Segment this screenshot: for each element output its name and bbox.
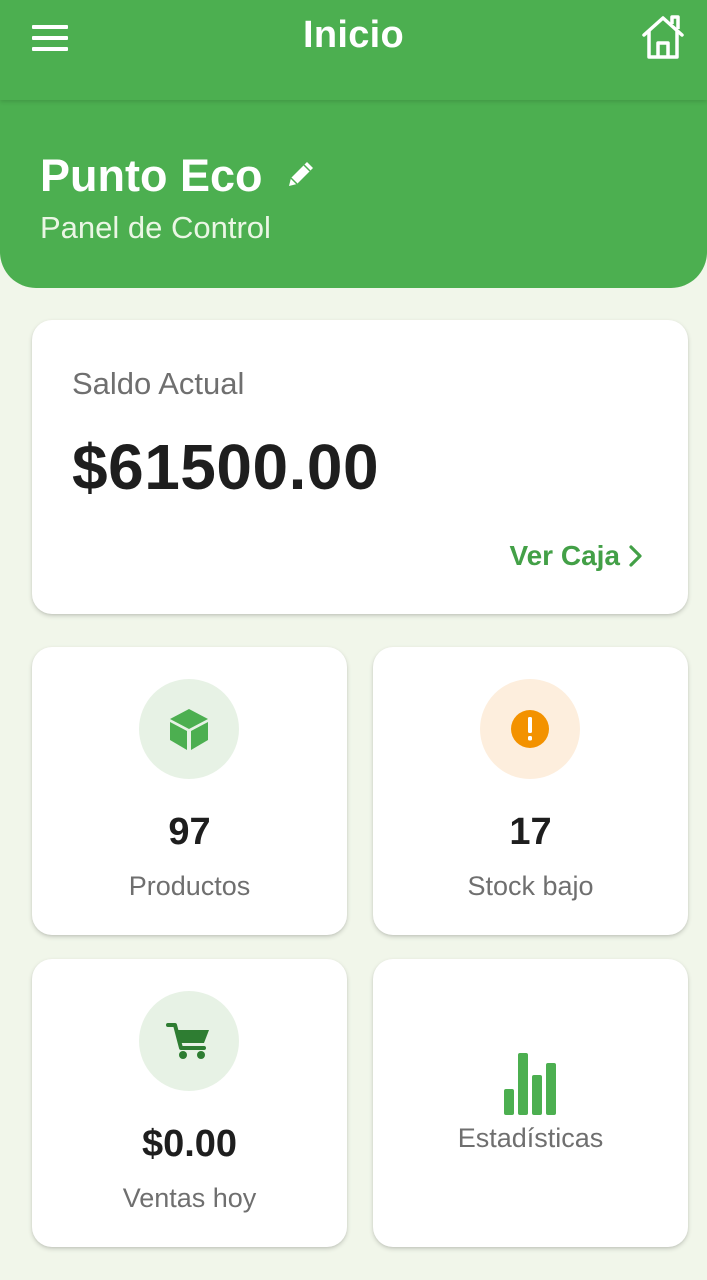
view-cash-button[interactable]: Ver Caja [509, 540, 644, 572]
sales-today-card[interactable]: $0.00 Ventas hoy [32, 959, 347, 1247]
store-name: Punto Eco [40, 150, 263, 201]
sales-today-value: $0.00 [141, 1123, 238, 1165]
page-title: Inicio [302, 14, 405, 56]
low-stock-icon-badge [480, 679, 580, 779]
bar-chart-icon [504, 1053, 556, 1115]
store-subtitle: Panel de Control [40, 210, 271, 245]
edit-store-button[interactable] [283, 156, 319, 192]
balance-card: Saldo Actual $61500.00 Ver Caja [32, 320, 688, 614]
statistics-card[interactable]: Estadísticas [373, 959, 688, 1247]
home-button[interactable] [638, 13, 688, 61]
cart-icon [166, 1023, 209, 1059]
pencil-icon [289, 162, 313, 186]
app-bar: Inicio [0, 0, 707, 100]
products-label: Productos [128, 871, 251, 901]
balance-label: Saldo Actual [72, 366, 245, 401]
low-stock-card[interactable]: 17 Stock bajo [373, 647, 688, 935]
low-stock-label: Stock bajo [467, 871, 594, 901]
home-icon [642, 15, 684, 59]
store-header: Punto Eco Panel de Control [0, 100, 707, 288]
balance-value: $61500.00 [72, 431, 380, 503]
chevron-right-icon [629, 545, 642, 567]
alert-icon [511, 710, 549, 748]
low-stock-count: 17 [509, 811, 552, 853]
products-icon-badge [139, 679, 239, 779]
sales-today-label: Ventas hoy [122, 1183, 257, 1213]
statistics-label: Estadísticas [457, 1123, 604, 1153]
products-count: 97 [168, 811, 211, 853]
cube-icon [170, 709, 208, 750]
view-cash-label: Ver Caja [509, 540, 620, 571]
products-card[interactable]: 97 Productos [32, 647, 347, 935]
sales-icon-badge [139, 991, 239, 1091]
